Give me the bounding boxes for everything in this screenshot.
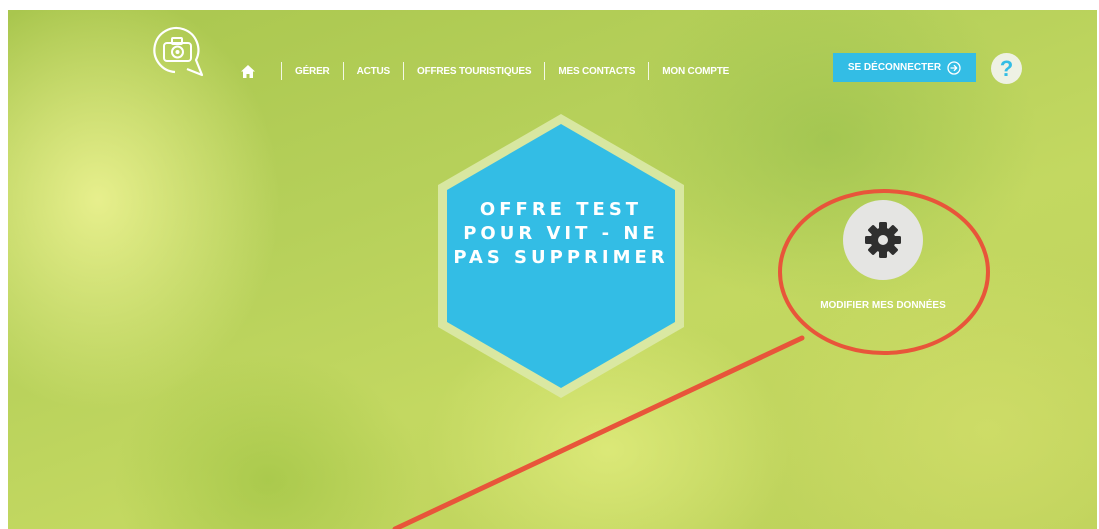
- nav-divider: [403, 62, 405, 80]
- main-nav: GÉRER ACTUS OFFRES TOURISTIQUES MES CONT…: [241, 61, 729, 81]
- help-label: ?: [999, 55, 1014, 81]
- nav-item-mes-contacts[interactable]: MES CONTACTS: [558, 66, 635, 77]
- gear-icon: [865, 222, 901, 258]
- nav-item-gerer[interactable]: GÉRER: [295, 66, 330, 77]
- camera-chat-icon[interactable]: [150, 20, 206, 82]
- nav-divider: [544, 62, 546, 80]
- nav-item-mon-compte[interactable]: MON COMPTE: [662, 66, 729, 77]
- logout-button[interactable]: SE DÉCONNECTER: [833, 53, 976, 82]
- nav-item-actus[interactable]: ACTUS: [357, 66, 391, 77]
- background: GÉRER ACTUS OFFRES TOURISTIQUES MES CONT…: [8, 10, 1097, 529]
- nav-item-offres-touristiques[interactable]: OFFRES TOURISTIQUES: [417, 66, 532, 77]
- home-icon[interactable]: [241, 64, 255, 78]
- nav-divider: [648, 62, 650, 80]
- nav-divider: [281, 62, 282, 80]
- nav-divider: [342, 62, 344, 80]
- help-button[interactable]: ?: [991, 53, 1022, 84]
- logout-label: SE DÉCONNECTER: [847, 62, 942, 73]
- settings-button[interactable]: [843, 200, 923, 280]
- settings-label[interactable]: MODIFIER MES DONNÉES: [788, 300, 978, 311]
- offer-title: OFFRE TEST POUR VIT - NE PAS SUPPRIMER: [453, 199, 669, 268]
- arrow-circle-right-icon: [947, 60, 961, 75]
